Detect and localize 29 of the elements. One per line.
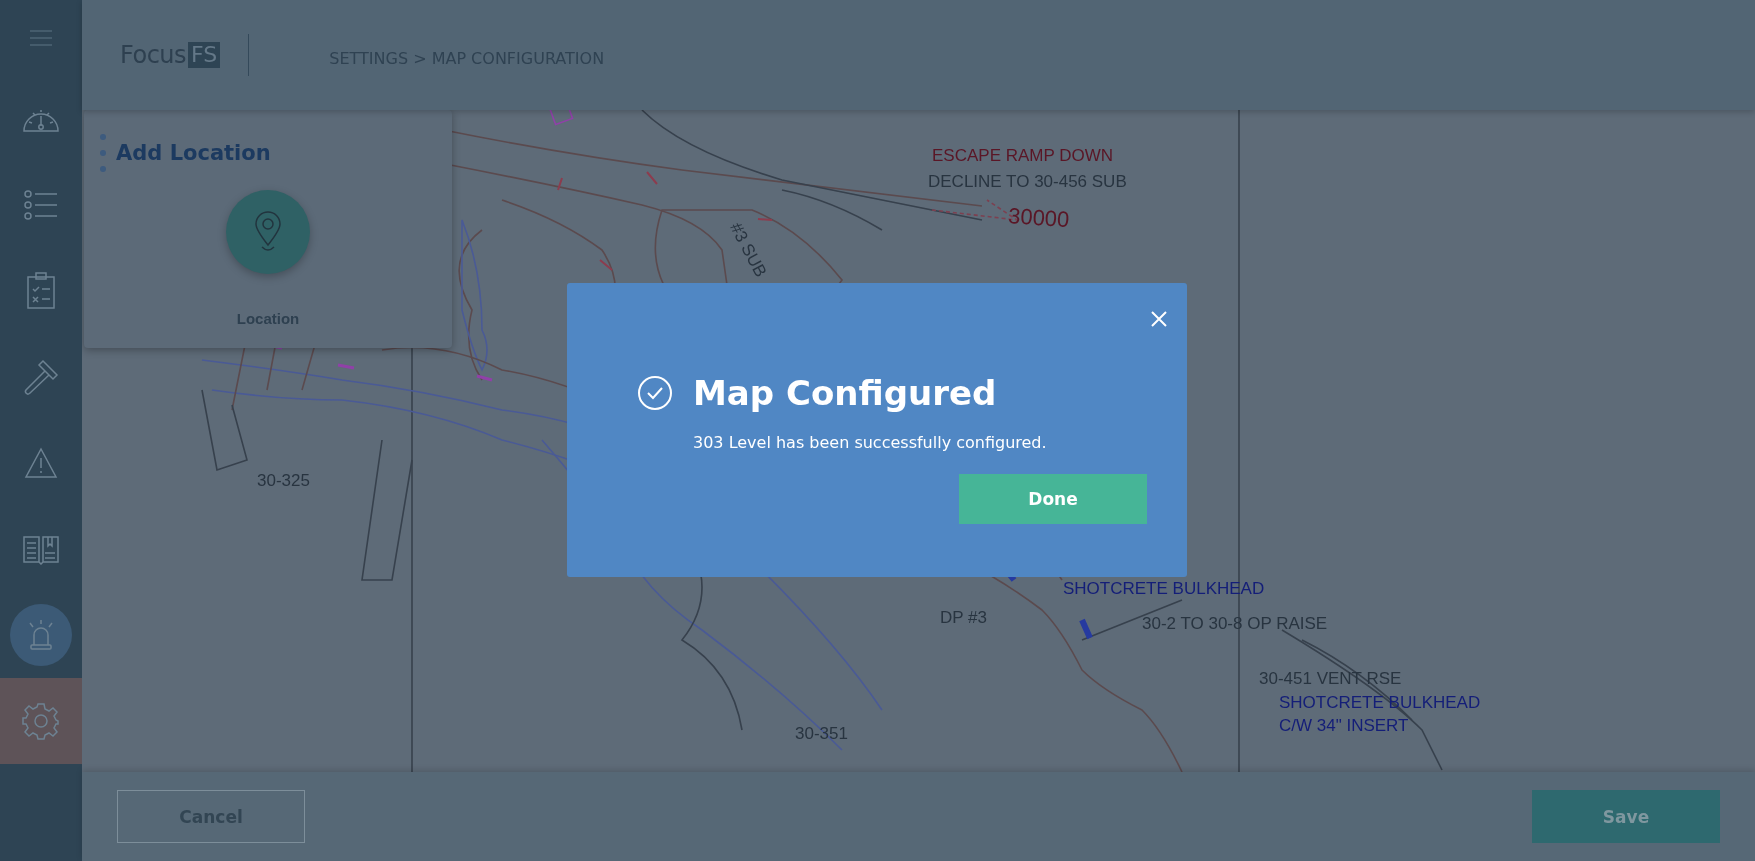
map-label: #3 SUB <box>727 220 770 280</box>
done-button[interactable]: Done <box>959 474 1147 524</box>
kebab-icon[interactable] <box>100 134 106 172</box>
map-label: SHOTCRETE BULKHEAD <box>1063 580 1265 597</box>
map-label: 30-325 <box>257 472 310 489</box>
map-label: 30000 <box>1007 205 1071 232</box>
settings-icon <box>22 702 60 740</box>
location-pin-icon <box>254 211 282 253</box>
dialog-title: Map Configured <box>693 373 997 413</box>
map-label: DECLINE TO 30-456 SUB <box>928 173 1127 190</box>
close-button[interactable] <box>1149 309 1169 329</box>
map-label: DP #3 <box>940 609 987 626</box>
map-label: 30-451 VENT RSE <box>1259 670 1402 687</box>
close-icon <box>1149 309 1169 329</box>
map-label: ESCAPE RAMP DOWN <box>932 147 1114 164</box>
map-label: 30-351 <box>795 725 848 742</box>
sidebar-item[interactable] <box>0 678 82 764</box>
checklist-icon <box>26 272 56 310</box>
check-circle-icon <box>637 375 673 411</box>
menu-icon[interactable] <box>30 30 52 46</box>
warning-icon <box>24 447 58 479</box>
book-icon <box>22 533 60 565</box>
save-button[interactable]: Save <box>1532 790 1720 843</box>
map-label: 30-2 TO 30-8 OP RAISE <box>1142 615 1328 632</box>
dialog-message: 303 Level has been successfully configured. <box>693 433 1048 452</box>
panel-title: Add Location <box>116 141 271 165</box>
map-label: SHOTCRETE BULKHEAD <box>1279 694 1481 711</box>
list-icon <box>23 190 59 220</box>
map-label: C/W 34" INSERT <box>1279 717 1409 734</box>
